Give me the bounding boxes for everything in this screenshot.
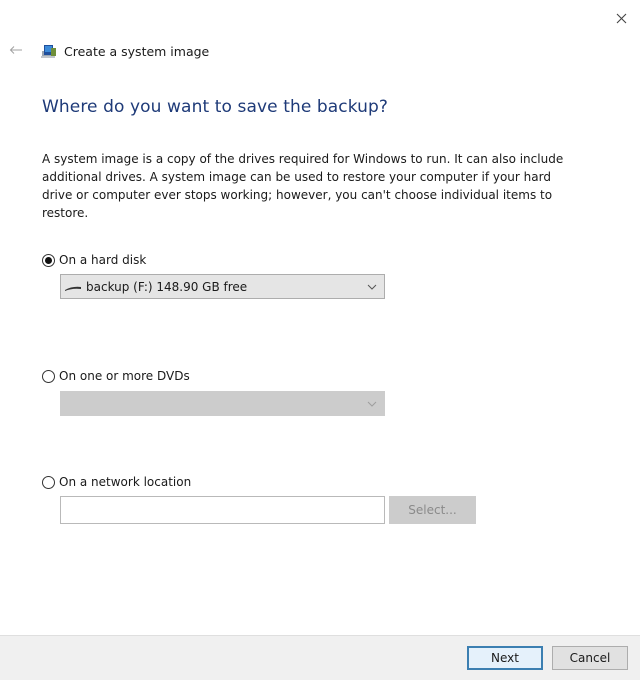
chevron-down-icon <box>364 401 380 407</box>
network-location-input[interactable] <box>60 496 385 524</box>
radio-button-unselected[interactable] <box>42 369 55 383</box>
chevron-down-icon <box>364 284 380 290</box>
hard-disk-dropdown-value: backup (F:) 148.90 GB free <box>86 279 248 294</box>
radio-button-selected[interactable] <box>42 253 55 267</box>
back-button[interactable] <box>6 41 26 59</box>
radio-network-label: On a network location <box>59 475 192 489</box>
dvd-dropdown <box>60 391 385 416</box>
drive-icon <box>65 286 81 291</box>
page-heading: Where do you want to save the backup? <box>42 97 389 117</box>
next-button[interactable]: Next <box>467 646 543 670</box>
wizard-title: Create a system image <box>40 41 209 61</box>
hard-disk-dropdown[interactable]: backup (F:) 148.90 GB free <box>60 274 385 299</box>
system-image-icon <box>41 45 56 58</box>
close-icon <box>616 13 626 23</box>
radio-network[interactable]: On a network location <box>42 473 191 491</box>
description-text: A system image is a copy of the drives r… <box>42 152 564 220</box>
radio-button-unselected[interactable] <box>42 475 55 489</box>
radio-dvds-label: On one or more DVDs <box>59 369 190 383</box>
cancel-button[interactable]: Cancel <box>552 646 628 670</box>
back-arrow-icon <box>9 46 22 54</box>
footer-bar: Next Cancel <box>0 635 640 680</box>
radio-dvds[interactable]: On one or more DVDs <box>42 367 190 385</box>
radio-hard-disk[interactable]: On a hard disk <box>42 251 146 269</box>
close-button[interactable] <box>608 6 634 30</box>
radio-hard-disk-label: On a hard disk <box>59 253 147 267</box>
wizard-title-text: Create a system image <box>64 43 210 59</box>
select-network-button: Select... <box>389 496 476 524</box>
